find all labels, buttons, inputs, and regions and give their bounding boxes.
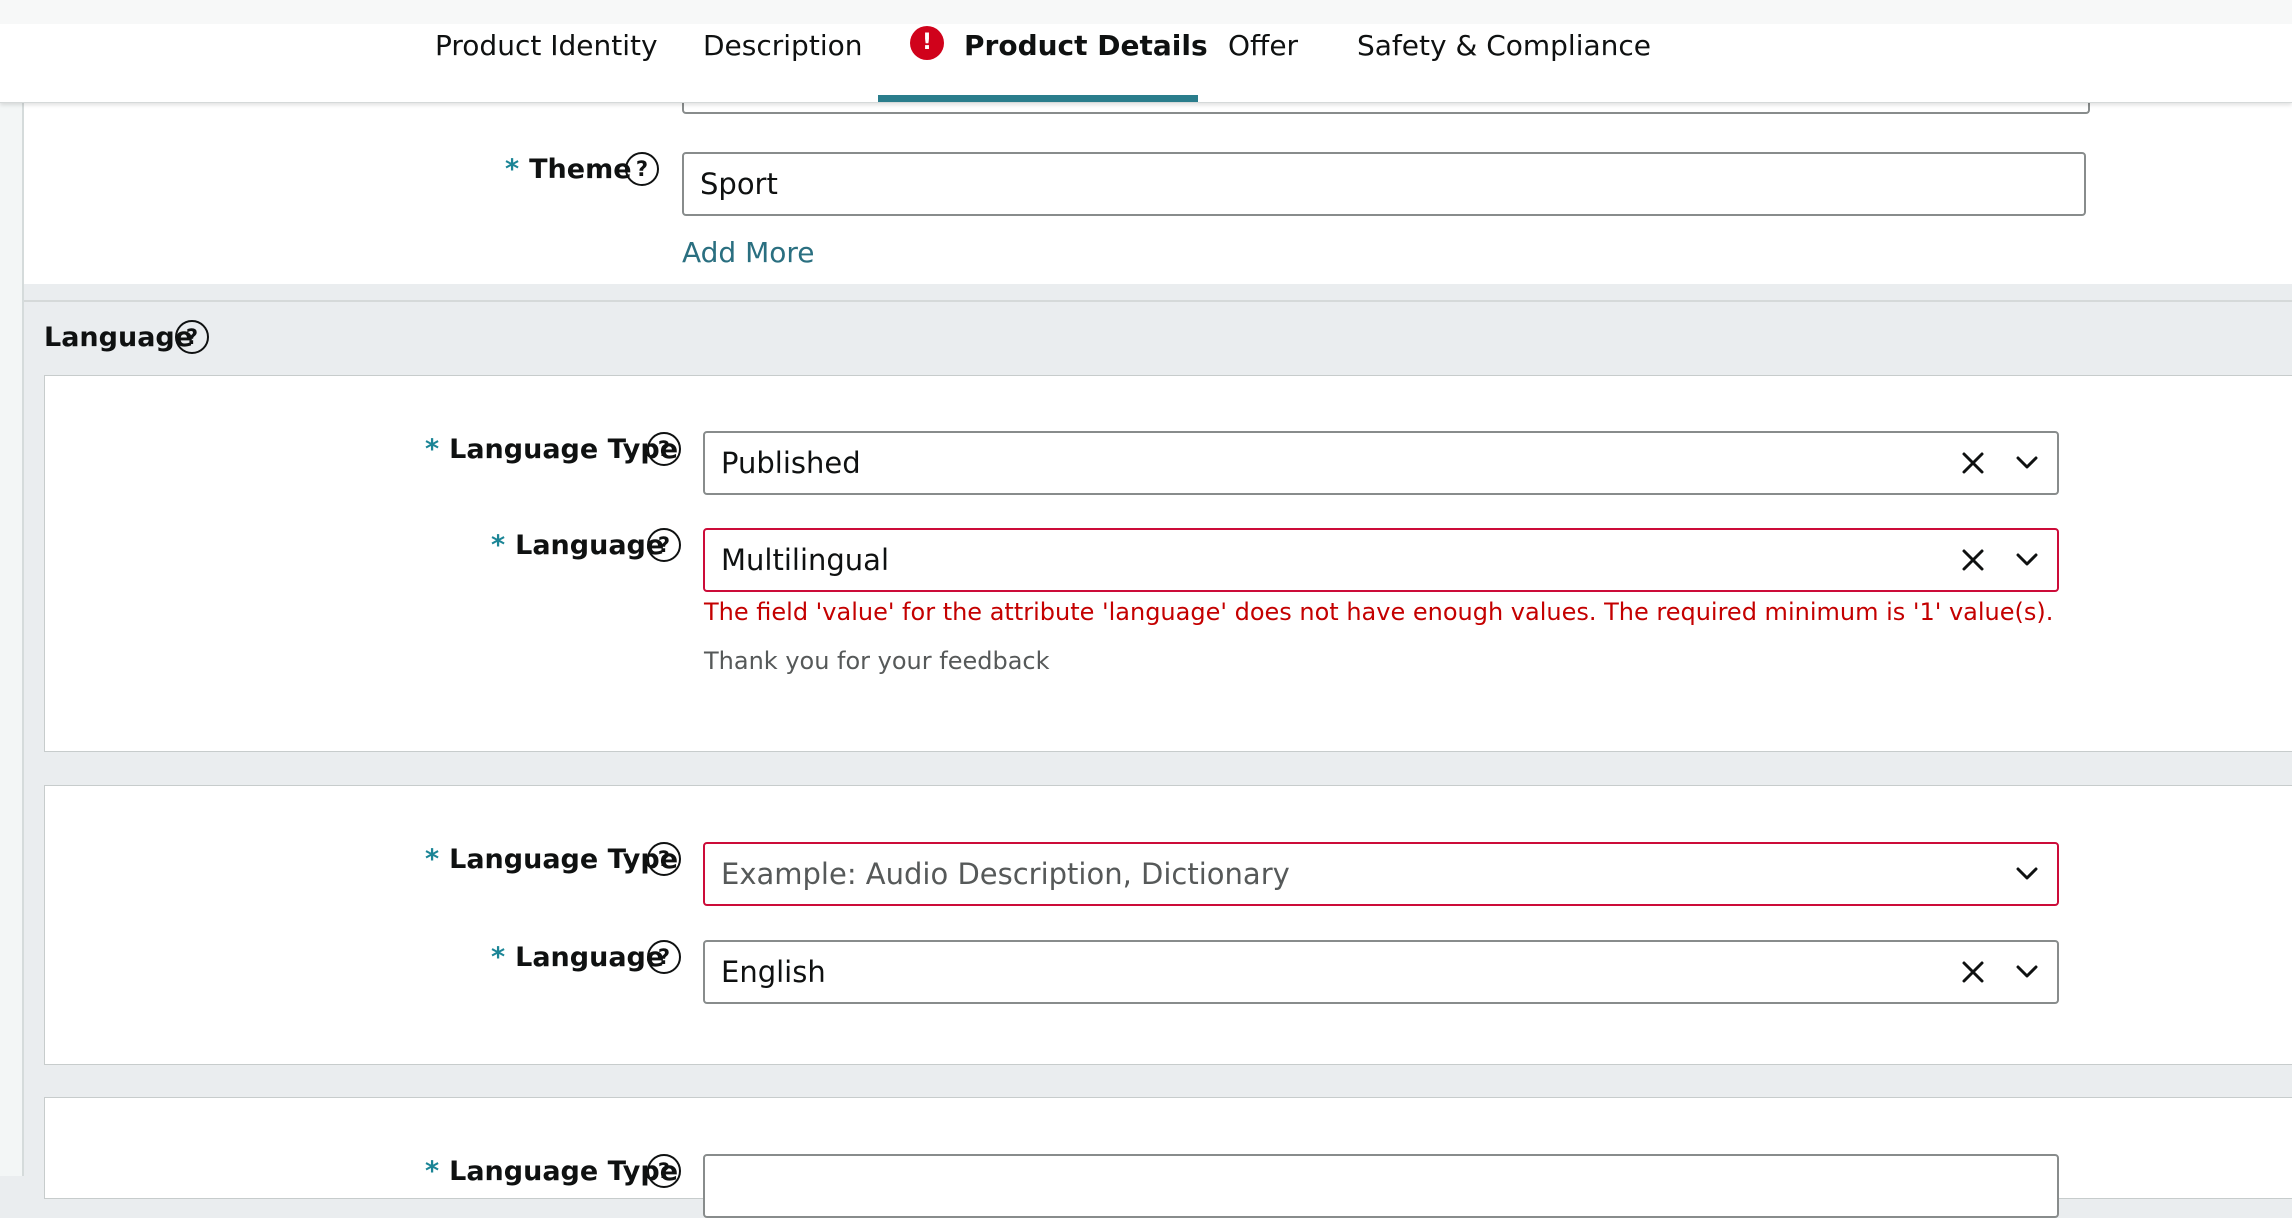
language-type-label: * Language Type	[425, 844, 678, 875]
language-label: * Language	[491, 942, 664, 973]
close-icon[interactable]	[1957, 956, 1989, 988]
language-section-title: Language	[44, 322, 194, 353]
theme-input[interactable]: Sport	[682, 152, 2086, 216]
exclamation-circle-icon: !	[910, 26, 944, 60]
section-divider	[24, 300, 2292, 302]
tab-product-identity[interactable]: Product Identity	[435, 18, 658, 102]
tab-offer[interactable]: Offer	[1228, 18, 1298, 102]
language-type-select[interactable]	[703, 1154, 2059, 1218]
question-circle-icon[interactable]: ?	[175, 320, 209, 354]
previous-input-edge	[682, 102, 2090, 114]
language-type-label: * Language Type	[425, 434, 678, 465]
language-type-label-text: Language Type	[449, 1156, 679, 1187]
language-error-message: The field 'value' for the attribute 'lan…	[704, 598, 2054, 626]
required-marker: *	[491, 530, 506, 561]
language-label: * Language	[491, 530, 664, 561]
language-type-select[interactable]: Example: Audio Description, Dictionary	[703, 842, 2059, 906]
language-card-2	[44, 785, 2292, 1065]
chevron-down-icon[interactable]	[2013, 860, 2041, 888]
tab-bar: Product Identity Description ! Product D…	[0, 0, 2292, 103]
close-icon[interactable]	[1957, 447, 1989, 479]
language-type-select[interactable]: Published	[703, 431, 2059, 495]
tab-safety-compliance[interactable]: Safety & Compliance	[1357, 18, 1651, 102]
language-type-label-text: Language Type	[449, 434, 679, 465]
language-value: English	[721, 955, 826, 989]
left-rail	[0, 102, 24, 1176]
question-circle-icon[interactable]: ?	[647, 940, 681, 974]
chevron-down-icon[interactable]	[2013, 449, 2041, 477]
language-label-text: Language	[515, 530, 665, 561]
required-marker: *	[425, 844, 440, 875]
tab-description[interactable]: Description	[703, 18, 862, 102]
close-icon[interactable]	[1957, 544, 1989, 576]
question-circle-icon[interactable]: ?	[647, 1154, 681, 1188]
theme-input-value: Sport	[700, 167, 778, 201]
language-type-placeholder: Example: Audio Description, Dictionary	[721, 857, 1290, 891]
theme-label-text: Theme	[529, 154, 632, 185]
feedback-message: Thank you for your feedback	[704, 647, 1050, 675]
language-type-label: * Language Type	[425, 1156, 678, 1187]
theme-label: * Theme	[505, 154, 632, 185]
active-tab-indicator	[878, 95, 1198, 102]
chevron-down-icon[interactable]	[2013, 546, 2041, 574]
required-marker: *	[491, 942, 506, 973]
language-type-label-text: Language Type	[449, 844, 679, 875]
required-marker: *	[505, 154, 520, 185]
required-marker: *	[425, 434, 440, 465]
chevron-down-icon[interactable]	[2013, 958, 2041, 986]
language-select[interactable]: Multilingual	[703, 528, 2059, 592]
question-circle-icon[interactable]: ?	[647, 842, 681, 876]
tab-product-details[interactable]: Product Details	[964, 18, 1208, 102]
language-value: Multilingual	[721, 543, 889, 577]
question-circle-icon[interactable]: ?	[647, 432, 681, 466]
language-label-text: Language	[515, 942, 665, 973]
language-select[interactable]: English	[703, 940, 2059, 1004]
question-circle-icon[interactable]: ?	[647, 528, 681, 562]
add-more-link[interactable]: Add More	[682, 236, 815, 269]
language-type-value: Published	[721, 446, 861, 480]
required-marker: *	[425, 1156, 440, 1187]
question-circle-icon[interactable]: ?	[625, 152, 659, 186]
